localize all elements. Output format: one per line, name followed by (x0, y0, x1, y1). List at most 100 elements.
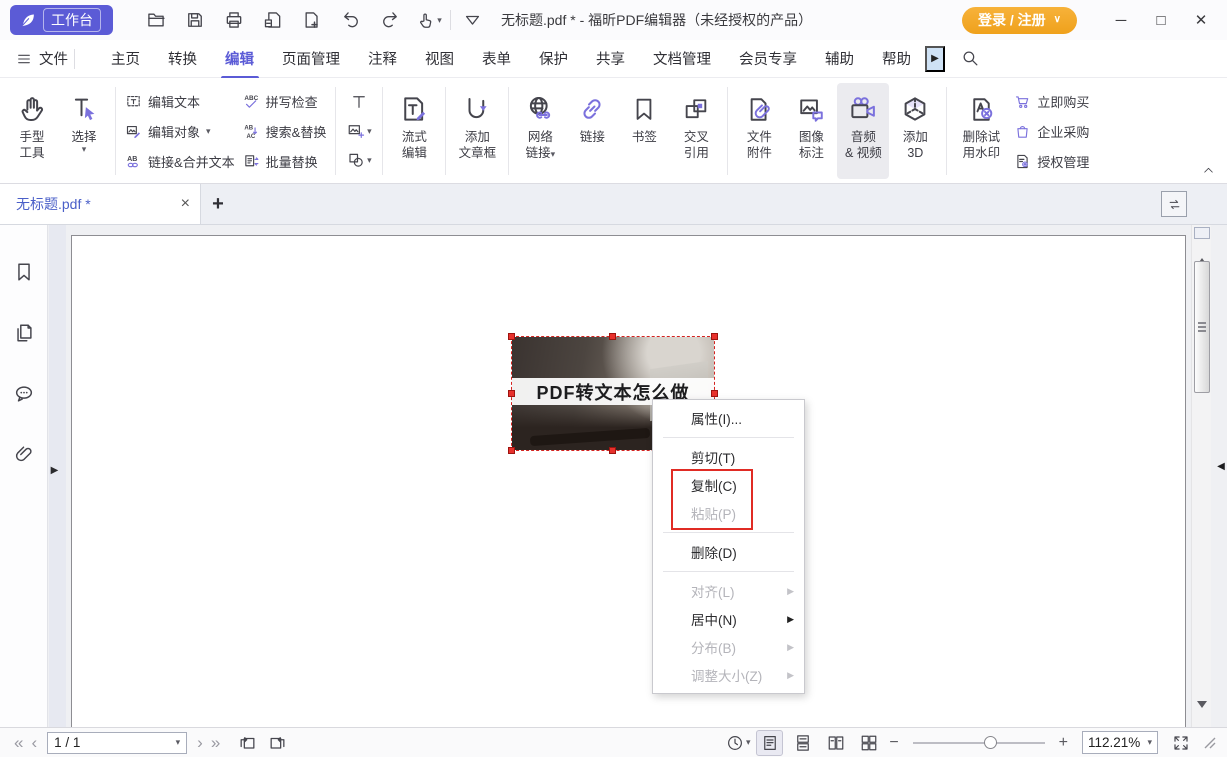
add-page-button[interactable] (297, 6, 327, 34)
zoom-slider[interactable] (913, 733, 1045, 753)
tab-help[interactable]: 帮助 (868, 39, 925, 78)
redo-button[interactable] (375, 6, 405, 34)
zoom-slider-knob[interactable] (984, 736, 997, 749)
hand-tool-button[interactable]: 手型 工具 (6, 83, 58, 179)
buy-now-button[interactable]: 立即购买 (1014, 88, 1089, 114)
facing-continuous-view-button[interactable] (855, 730, 882, 756)
open-file-button[interactable] (141, 6, 171, 34)
link-button[interactable]: 链接 (566, 83, 618, 179)
remove-trial-watermark-button[interactable]: 删除试 用水印 (952, 83, 1010, 179)
continuous-view-button[interactable] (789, 730, 816, 756)
workspace-button[interactable]: 工作台 (10, 5, 113, 35)
scroll-down-icon[interactable] (1194, 708, 1210, 723)
attachments-panel-icon[interactable] (7, 440, 41, 470)
collapse-toolbar-icon[interactable] (457, 6, 487, 34)
resize-handle-e[interactable] (711, 390, 718, 397)
tab-view[interactable]: 视图 (411, 39, 468, 78)
select-tool-button[interactable]: 选择 ▾ (58, 83, 110, 179)
pdf-page[interactable] (71, 235, 1186, 727)
login-register-button[interactable]: 登录 / 注册 ∨ (962, 7, 1077, 34)
scrollbar-split-box[interactable] (1194, 227, 1210, 239)
single-page-view-button[interactable] (756, 730, 783, 756)
image-annotation-button[interactable]: 图像 标注 (785, 83, 837, 179)
cross-reference-button[interactable]: 交叉 引用 (670, 83, 722, 179)
tab-document-management[interactable]: 文档管理 (639, 39, 725, 78)
tab-protect[interactable]: 保护 (525, 39, 582, 78)
spell-check-button[interactable]: ABC 拼写检查 (243, 88, 327, 114)
save-button[interactable] (180, 6, 210, 34)
edit-text-button[interactable]: 编辑文本 (125, 88, 235, 114)
batch-replace-button[interactable]: 批量替换 (243, 148, 327, 174)
last-page-button[interactable]: » (207, 734, 224, 751)
menu-item-properties[interactable]: 属性(I)... (653, 404, 804, 432)
resize-handle-sw[interactable] (508, 447, 515, 454)
remove-page-button[interactable] (258, 6, 288, 34)
undo-button[interactable] (336, 6, 366, 34)
menu-overflow-arrow[interactable]: ▶ (925, 46, 945, 72)
new-tab-button[interactable]: + (201, 184, 235, 224)
enterprise-purchase-button[interactable]: 企业采购 (1014, 118, 1089, 144)
license-management-button[interactable]: 授权管理 (1014, 148, 1089, 174)
fullscreen-icon[interactable] (1166, 729, 1196, 757)
document-tab[interactable]: 无标题.pdf * × (0, 184, 201, 224)
audio-video-button[interactable]: 音频 & 视频 (837, 83, 889, 179)
edit-object-button[interactable]: 编辑对象 ▾ (125, 118, 235, 144)
sidebar-expand-icon[interactable]: ▶ (48, 457, 61, 483)
scroll-up-icon[interactable] (1194, 243, 1210, 258)
resize-grip[interactable] (1204, 737, 1216, 749)
tab-close-icon[interactable]: × (181, 195, 190, 213)
menu-item-center[interactable]: 居中(N)▶ (653, 605, 804, 633)
file-menu[interactable]: 文件 (16, 48, 68, 69)
minimize-button[interactable]: ─ (1101, 4, 1141, 36)
tab-convert[interactable]: 转换 (154, 39, 211, 78)
vertical-scrollbar[interactable] (1191, 225, 1211, 727)
bookmark-button[interactable]: 书签 (618, 83, 670, 179)
tab-page-management[interactable]: 页面管理 (268, 39, 354, 78)
tab-form[interactable]: 表单 (468, 39, 525, 78)
previous-page-button[interactable]: ‹ (27, 734, 41, 751)
link-join-text-button[interactable]: AB 链接&合并文本 (125, 148, 235, 174)
resize-handle-n[interactable] (609, 333, 616, 340)
add-article-box-button[interactable]: 添加 文章框 (451, 83, 503, 179)
resize-handle-nw[interactable] (508, 333, 515, 340)
bookmarks-panel-icon[interactable] (7, 257, 41, 287)
add-image-button[interactable]: ▾ (344, 119, 374, 143)
file-attachment-button[interactable]: 文件 附件 (733, 83, 785, 179)
tab-edit[interactable]: 编辑 (211, 39, 268, 78)
scrollbar-thumb[interactable] (1194, 261, 1210, 393)
add-text-button[interactable] (344, 90, 374, 114)
tab-home[interactable]: 主页 (97, 39, 154, 78)
menu-item-copy[interactable]: 复制(C) (653, 471, 804, 499)
menu-item-delete[interactable]: 删除(D) (653, 538, 804, 566)
right-panel-collapse-icon[interactable]: ◀ (1215, 453, 1227, 479)
tab-accessibility[interactable]: 辅助 (811, 39, 868, 78)
next-page-button[interactable]: › (193, 734, 207, 751)
zoom-out-icon[interactable]: − (885, 734, 902, 752)
page-number-combo[interactable]: 1 / 1 ▾ (47, 732, 187, 754)
tab-comment[interactable]: 注释 (354, 39, 411, 78)
reading-timer-icon[interactable]: ▾ (723, 729, 753, 757)
tab-member-exclusive[interactable]: 会员专享 (725, 39, 811, 78)
first-page-button[interactable]: « (10, 734, 27, 751)
zoom-in-icon[interactable]: + (1055, 734, 1072, 752)
comments-panel-icon[interactable] (7, 379, 41, 409)
hand-gesture-button[interactable]: ▾ (414, 6, 444, 34)
add-shapes-button[interactable]: ▾ (344, 148, 374, 172)
reflow-edit-button[interactable]: 流式 编辑 (388, 83, 440, 179)
tab-share[interactable]: 共享 (582, 39, 639, 78)
close-button[interactable]: ✕ (1181, 4, 1221, 36)
resize-handle-s[interactable] (609, 447, 616, 454)
search-replace-button[interactable]: ABAC 搜索&替换 (243, 118, 327, 144)
search-icon[interactable] (961, 49, 980, 68)
zoom-slider-track[interactable] (913, 742, 1045, 744)
maximize-button[interactable]: □ (1141, 4, 1181, 36)
zoom-level-combo[interactable]: 112.21% ▾ (1082, 731, 1158, 754)
add-3d-button[interactable]: 添加 3D (889, 83, 941, 179)
web-link-button[interactable]: 网络 链接▾ (514, 83, 566, 179)
previous-view-button[interactable] (232, 729, 262, 757)
collapse-ribbon-icon[interactable] (1202, 164, 1215, 177)
print-button[interactable] (219, 6, 249, 34)
tab-switch-icon[interactable] (1161, 191, 1187, 217)
resize-handle-ne[interactable] (711, 333, 718, 340)
menu-item-cut[interactable]: 剪切(T) (653, 443, 804, 471)
